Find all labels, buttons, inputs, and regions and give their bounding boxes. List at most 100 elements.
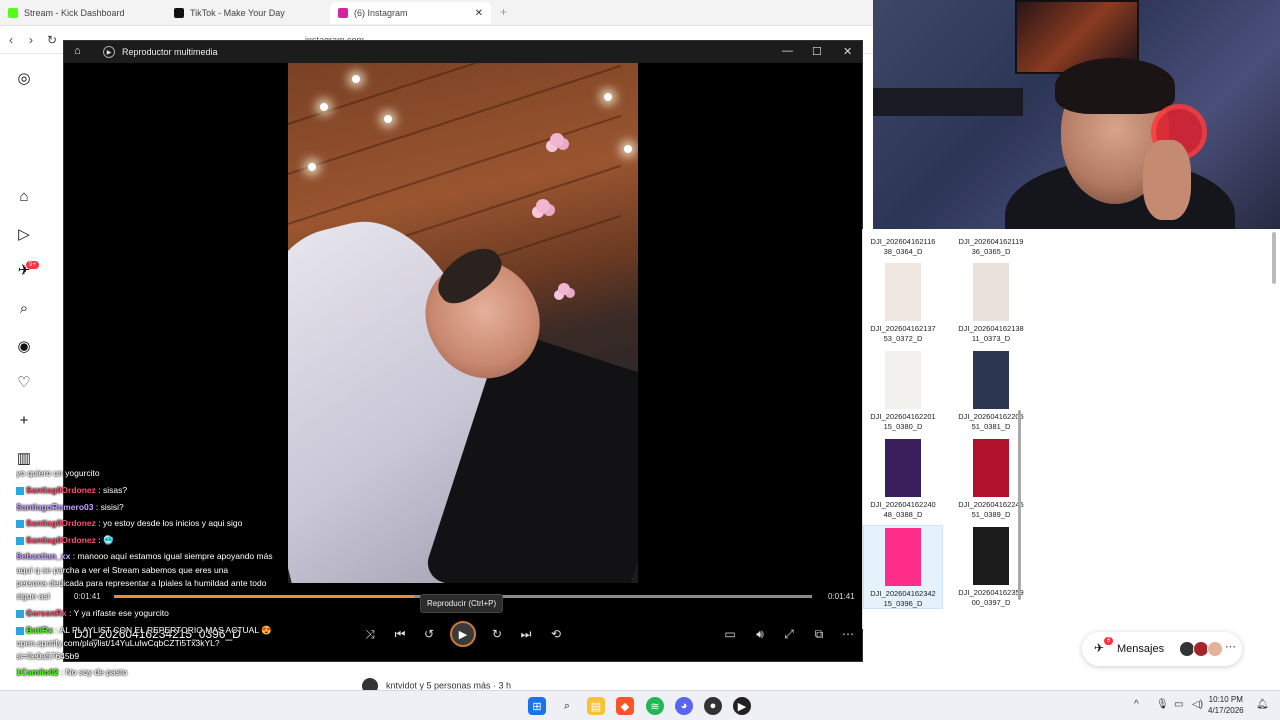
messages-button[interactable]: ✈ 6 Mensajes ⋯ bbox=[1082, 632, 1242, 666]
obs-icon[interactable]: ● bbox=[704, 697, 722, 715]
file-name: DJI_202604162201 15_0380_D bbox=[870, 412, 936, 431]
more-options-icon[interactable]: ⋯ bbox=[840, 627, 856, 641]
search-icon[interactable]: ⌕ bbox=[14, 298, 34, 318]
chat-message: BatiRx : AL PLAYLIST CON EL REPERTORIO M… bbox=[16, 625, 272, 636]
explore-icon[interactable]: ◉ bbox=[14, 336, 34, 356]
home-icon[interactable]: ⌂ bbox=[74, 45, 81, 57]
tab-kick[interactable]: Stream - Kick Dashboard bbox=[0, 2, 168, 24]
tab-instagram[interactable]: (6) Instagram ✕ bbox=[330, 2, 491, 24]
stream-chat-overlay: yo quiero un yogurcito Santiag0Ordonez :… bbox=[16, 466, 296, 686]
create-icon[interactable]: + bbox=[14, 410, 34, 430]
browser-tabbar: Stream - Kick Dashboard TikTok - Make Yo… bbox=[0, 0, 873, 26]
chat-message: persona dedicada para representar a Ipia… bbox=[16, 578, 267, 588]
file-thumbnail bbox=[885, 351, 921, 409]
file-thumbnail bbox=[973, 263, 1009, 321]
network-icon[interactable]: ▭ bbox=[1174, 699, 1183, 710]
previous-icon[interactable]: ⏮ bbox=[392, 627, 408, 642]
file-item[interactable]: DJI_202604162116 38_0364_D bbox=[863, 229, 943, 257]
forward-skip-icon[interactable]: ↻ bbox=[489, 627, 505, 641]
file-thumbnail bbox=[885, 528, 921, 586]
repeat-icon[interactable]: ⟲ bbox=[548, 627, 564, 641]
video-frame[interactable] bbox=[288, 63, 638, 583]
file-item[interactable]: DJI_202604162240 48_0388_D bbox=[863, 439, 943, 520]
tray-chevron-icon[interactable]: ^ bbox=[1134, 699, 1139, 710]
fullscreen-icon[interactable]: ⤢ bbox=[781, 627, 797, 642]
file-item[interactable]: DJI_202604162137 53_0372_D bbox=[863, 263, 943, 344]
spotify-icon[interactable]: ≋ bbox=[646, 697, 664, 715]
avatar bbox=[1207, 641, 1223, 657]
player-title: Reproductor multimedia bbox=[122, 47, 218, 57]
notification-badge: 9+ bbox=[26, 261, 39, 269]
next-icon[interactable]: ⏭ bbox=[518, 627, 534, 642]
light-bulb bbox=[624, 145, 632, 153]
chat-message: si=0e0a57645b9 bbox=[16, 651, 80, 661]
chat-message: sigue así bbox=[16, 591, 51, 601]
minimize-icon[interactable]: — bbox=[782, 45, 793, 57]
file-name: DJI_202604162240 48_0388_D bbox=[870, 500, 936, 519]
light-bulb bbox=[604, 93, 612, 101]
heart-icon[interactable]: ♡ bbox=[14, 372, 34, 392]
blossom bbox=[536, 199, 550, 213]
light-bulb bbox=[384, 115, 392, 123]
page-scrollbar[interactable] bbox=[1272, 232, 1276, 284]
file-explorer-icon[interactable]: ▤ bbox=[587, 697, 605, 715]
system-clock[interactable]: 10:10 PM 4/17/2026 bbox=[1208, 694, 1244, 716]
messenger-icon: ✈ bbox=[1094, 641, 1105, 655]
close-icon[interactable]: ✕ bbox=[843, 45, 852, 58]
webcam-feed bbox=[873, 0, 1280, 229]
home-icon[interactable]: ⌂ bbox=[14, 186, 34, 206]
volume-icon[interactable]: 🔊︎ bbox=[752, 627, 768, 642]
reload-icon[interactable]: ↻ bbox=[47, 33, 57, 47]
media-player-icon: ▶ bbox=[103, 46, 115, 58]
forward-icon[interactable]: › bbox=[29, 33, 33, 47]
microphone-icon[interactable]: 🎙︎ bbox=[1156, 699, 1169, 710]
background-shelf bbox=[873, 88, 1023, 116]
media-player-icon[interactable]: ▶ bbox=[733, 697, 751, 715]
file-name: DJI_202604162137 53_0372_D bbox=[870, 324, 936, 343]
back-icon[interactable]: ‹ bbox=[9, 33, 13, 47]
close-tab-icon[interactable]: ✕ bbox=[475, 8, 483, 19]
screen: Stream - Kick Dashboard TikTok - Make Yo… bbox=[0, 0, 1280, 720]
windows-start-icon[interactable]: ⊞ bbox=[528, 697, 546, 715]
clock-date: 4/17/2026 bbox=[1208, 706, 1244, 716]
chat-message: 1Camilo02 : No soy de pasto bbox=[16, 667, 128, 677]
miniplayer-icon[interactable]: ⧉ bbox=[811, 627, 827, 642]
chat-message: Santiag0Ordonez : sisas? bbox=[16, 485, 127, 495]
search-icon[interactable]: ⌕ bbox=[558, 697, 576, 715]
captions-icon[interactable]: ▭ bbox=[722, 627, 738, 641]
streamer-hair bbox=[1055, 58, 1175, 114]
chat-message: GersonRx : Y ya rifaste ese yogurcito bbox=[16, 608, 169, 618]
shuffle-icon[interactable]: ⤨ bbox=[362, 627, 378, 642]
streamer-hand bbox=[1143, 140, 1191, 220]
reels-icon[interactable]: ▷ bbox=[14, 224, 34, 244]
light-bulb bbox=[320, 103, 328, 111]
player-titlebar: ⌂ ▶ Reproductor multimedia — ☐ ✕ bbox=[64, 41, 862, 63]
chat-message: yo quiero un yogurcito bbox=[16, 468, 100, 478]
explorer-scrollbar[interactable] bbox=[1018, 410, 1021, 600]
new-tab-icon[interactable]: + bbox=[500, 5, 507, 19]
rewind-icon[interactable]: ↺ bbox=[421, 627, 437, 641]
chat-message: aquí q se parcha a ver el Stream sabemos… bbox=[16, 565, 229, 575]
instagram-icon bbox=[338, 8, 348, 18]
blossom bbox=[558, 283, 570, 295]
maximize-icon[interactable]: ☐ bbox=[812, 45, 822, 58]
ceiling-plank bbox=[288, 63, 622, 125]
instagram-logo-icon[interactable]: ◎ bbox=[14, 68, 34, 88]
file-item[interactable]: DJI_202604162201 15_0380_D bbox=[863, 351, 943, 432]
brave-browser-icon[interactable]: ◆ bbox=[616, 697, 634, 715]
messages-badge: 6 bbox=[1104, 637, 1114, 645]
file-name: DJI_202604162119 36_0365_D bbox=[958, 237, 1024, 256]
tab-tiktok[interactable]: TikTok - Make Your Day bbox=[166, 2, 332, 24]
notifications-icon[interactable]: 🔔︎ bbox=[1256, 699, 1269, 710]
volume-icon[interactable]: ◁) bbox=[1192, 699, 1203, 710]
file-thumbnail bbox=[885, 263, 921, 321]
more-icon[interactable]: ⋯ bbox=[1225, 640, 1236, 653]
file-thumbnail bbox=[885, 439, 921, 497]
discord-icon[interactable]: ◕ bbox=[675, 697, 693, 715]
play-button[interactable]: ▶ bbox=[450, 621, 476, 647]
file-item[interactable]: DJI_202604162119 36_0365_D bbox=[951, 229, 1031, 257]
file-item[interactable]: DJI_202604162138 11_0373_D bbox=[951, 263, 1031, 344]
file-item-selected[interactable]: DJI_202604162342 15_0396_D bbox=[863, 525, 943, 609]
dashboard-icon[interactable]: ▥ bbox=[14, 448, 34, 468]
ceiling-plank bbox=[288, 114, 622, 225]
